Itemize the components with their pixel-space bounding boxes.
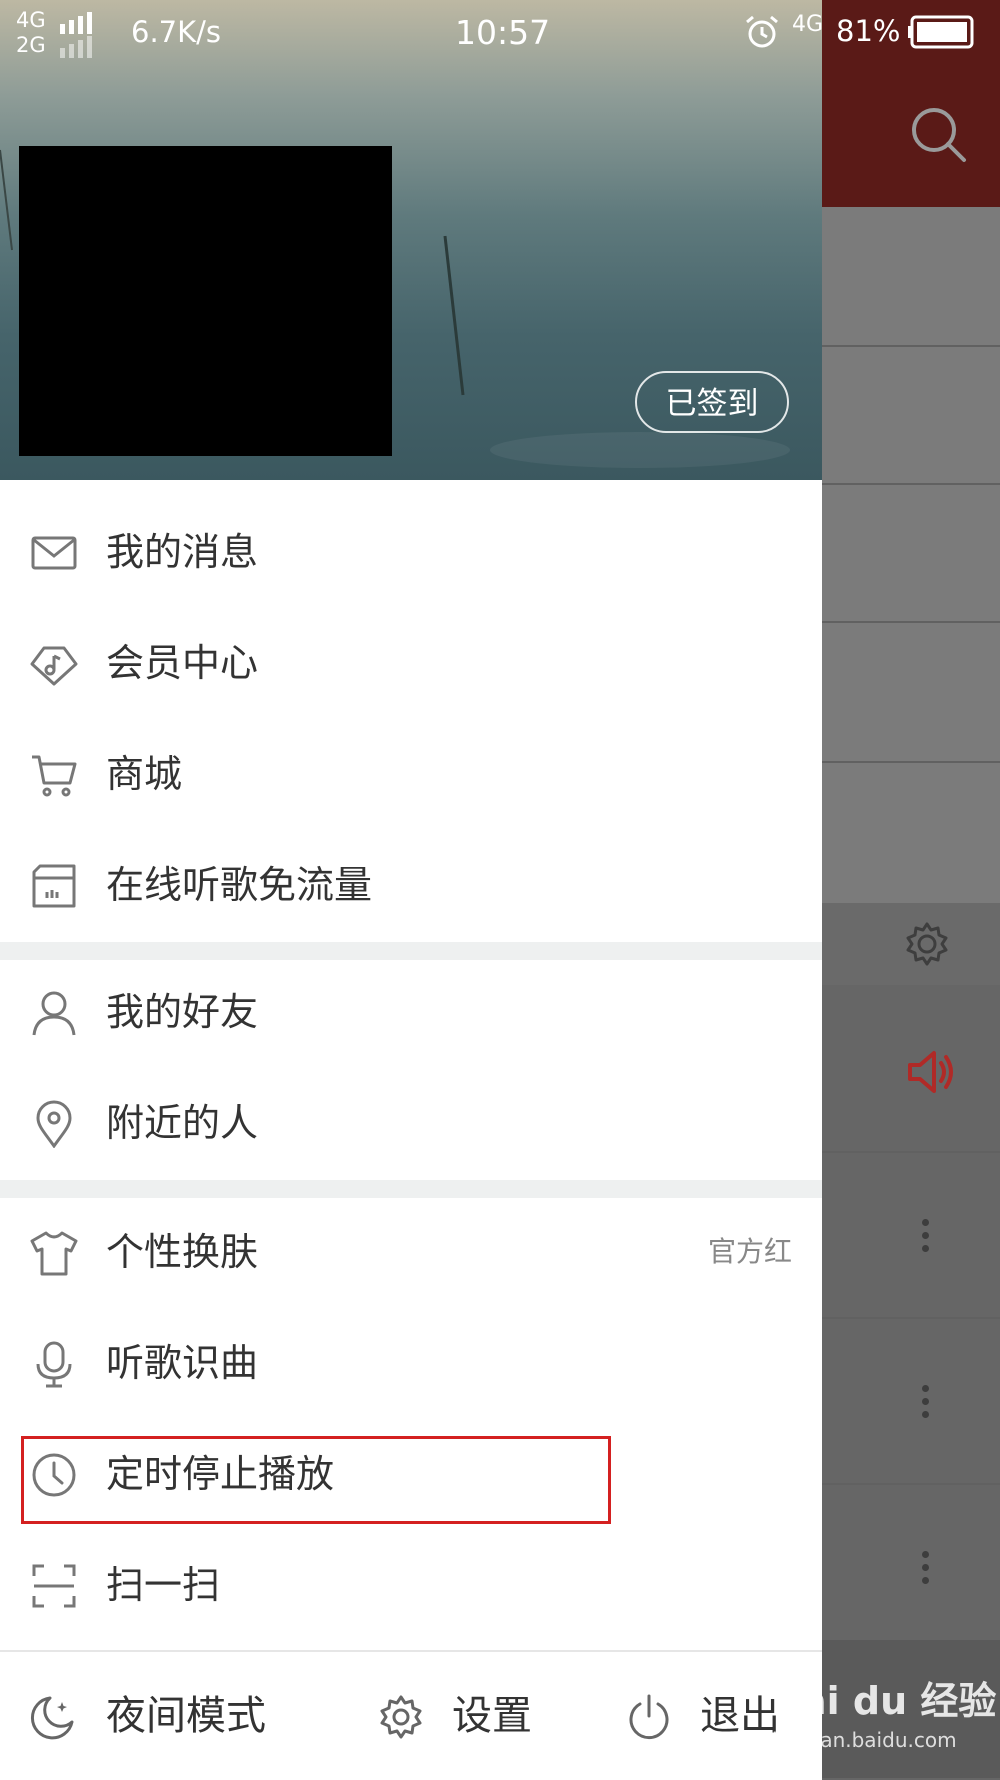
drawer-footer: 夜间模式 设置 退出 — [0, 1650, 822, 1780]
watermark: Bai du 经验 — [772, 1679, 997, 1723]
current-skin-value: 官方红 — [707, 1235, 792, 1268]
scan-icon — [32, 1564, 76, 1608]
cart-icon — [32, 755, 77, 797]
background-song-list — [822, 985, 1000, 1640]
network-speed: 6.7K/s — [131, 15, 222, 49]
gear-icon[interactable] — [904, 921, 950, 967]
menu-item-messages[interactable]: 我的消息 — [0, 497, 822, 607]
sim-card-icon — [32, 864, 76, 908]
user-icon — [32, 991, 76, 1036]
menu-item-friends[interactable]: 我的好友 — [0, 957, 822, 1067]
power-icon — [629, 1694, 669, 1740]
search-icon[interactable] — [908, 104, 968, 164]
location-pin-icon — [36, 1100, 72, 1148]
gear-icon — [380, 1695, 422, 1739]
avatar[interactable] — [19, 146, 392, 456]
status-bar: 4G 2G 6.7K/s 10:57 4G 81% — [0, 0, 1000, 64]
menu-label: 我的消息 — [106, 530, 259, 574]
menu-label: 在线听歌免流量 — [106, 863, 373, 907]
more-icon[interactable] — [922, 1219, 930, 1258]
highlight-annotation-box — [21, 1436, 611, 1524]
battery-percent: 81% — [836, 14, 901, 48]
network-indicator: 4G 2G — [16, 8, 46, 57]
menu-item-skin[interactable]: 个性换肤 官方红 — [0, 1197, 822, 1307]
night-mode-button[interactable]: 夜间模式 — [0, 1652, 330, 1780]
menu-label: 会员中心 — [106, 641, 259, 685]
side-drawer: 已签到 我的消息 会员中心 商城 在线听歌免流量 我的好友 附近的人 个性换肤 … — [0, 0, 822, 1780]
section-divider — [0, 1180, 822, 1198]
night-mode-label: 夜间模式 — [106, 1693, 266, 1739]
exit-label: 退出 — [700, 1693, 780, 1739]
settings-label: 设置 — [452, 1693, 532, 1739]
signal-bars-icon — [60, 12, 92, 58]
more-icon[interactable] — [922, 1551, 930, 1590]
profile-header: 已签到 — [0, 0, 822, 480]
menu-item-nearby[interactable]: 附近的人 — [0, 1068, 822, 1178]
speaker-icon — [908, 1051, 953, 1093]
menu-label: 个性换肤 — [106, 1230, 259, 1274]
diamond-music-icon — [30, 646, 78, 686]
moon-icon — [30, 1696, 74, 1740]
menu-item-vip-center[interactable]: 会员中心 — [0, 608, 822, 718]
menu-label: 听歌识曲 — [106, 1341, 259, 1385]
checkin-button[interactable]: 已签到 — [635, 371, 789, 433]
menu-label: 商城 — [106, 752, 183, 796]
menu-item-scan[interactable]: 扫一扫 — [0, 1530, 822, 1640]
menu-item-song-recognition[interactable]: 听歌识曲 — [0, 1308, 822, 1418]
tshirt-icon — [30, 1231, 78, 1276]
more-icon[interactable] — [922, 1385, 930, 1424]
microphone-icon — [36, 1341, 72, 1388]
battery-icon — [908, 15, 974, 49]
background-app — [822, 0, 1000, 1778]
mail-icon — [31, 536, 77, 570]
watermark-url: jingyan.baidu.com — [772, 1728, 957, 1752]
clock-time: 10:57 — [455, 13, 551, 52]
background-content — [822, 207, 1000, 903]
menu-label: 附近的人 — [106, 1101, 259, 1145]
background-gear-row — [822, 903, 1000, 985]
menu-item-free-data[interactable]: 在线听歌免流量 — [0, 830, 822, 940]
settings-button[interactable]: 设置 — [370, 1652, 570, 1780]
menu-label: 扫一扫 — [106, 1563, 221, 1607]
menu-item-store[interactable]: 商城 — [0, 719, 822, 829]
alarm-icon — [746, 15, 778, 48]
network-type-right: 4G — [792, 12, 824, 37]
menu-label: 我的好友 — [106, 990, 259, 1034]
